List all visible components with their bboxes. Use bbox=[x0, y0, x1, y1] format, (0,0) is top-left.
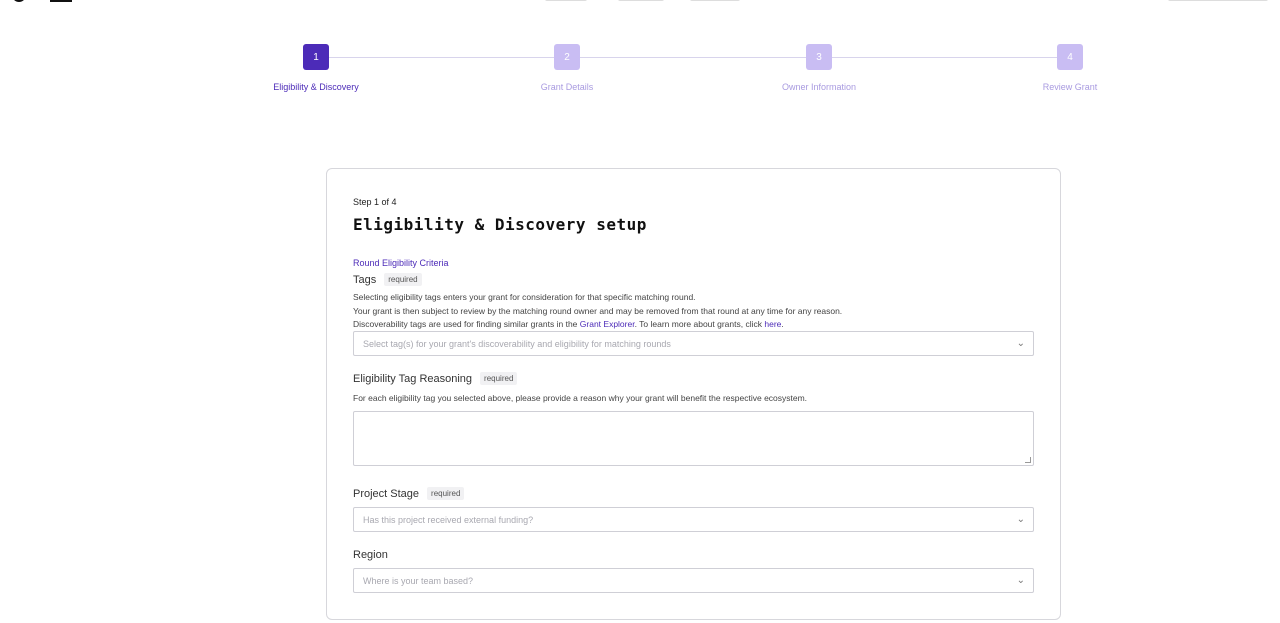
reasoning-help-text: For each eligibility tag you selected ab… bbox=[353, 393, 808, 403]
nav-link[interactable] bbox=[545, 0, 587, 1]
step-label: Eligibility & Discovery bbox=[273, 82, 359, 92]
project-stage-label: Project Stage required bbox=[353, 487, 465, 500]
step-indicator: Step 1 of 4 bbox=[353, 197, 397, 207]
step-number: 2 bbox=[554, 44, 580, 70]
help-text: . To learn more about grants, click bbox=[634, 319, 765, 329]
help-text: Discoverability tags are used for findin… bbox=[353, 319, 580, 329]
tags-help-text: Selecting eligibility tags enters your g… bbox=[353, 291, 1033, 332]
wallet-button[interactable] bbox=[1168, 0, 1268, 1]
step-label: Owner Information bbox=[781, 82, 857, 92]
stepper-line bbox=[316, 57, 1070, 58]
step-2[interactable]: 2 Grant Details bbox=[497, 44, 637, 92]
tags-placeholder: Select tag(s) for your grant's discovera… bbox=[363, 338, 671, 349]
required-badge: required bbox=[480, 372, 518, 385]
step-label: Grant Details bbox=[540, 82, 594, 92]
progress-stepper: 1 Eligibility & Discovery 2 Grant Detail… bbox=[0, 44, 1280, 104]
step-label: Review Grant bbox=[1042, 82, 1098, 92]
form-card: Step 1 of 4 Eligibility & Discovery setu… bbox=[326, 168, 1061, 620]
chevron-down-icon: ⌄ bbox=[1016, 514, 1025, 525]
step-4[interactable]: 4 Review Grant bbox=[1000, 44, 1140, 92]
top-navigation-bar bbox=[0, 0, 1280, 6]
round-eligibility-criteria-heading: Round Eligibility Criteria bbox=[353, 258, 449, 268]
region-label: Region bbox=[353, 549, 388, 561]
grant-explorer-link[interactable]: Grant Explorer bbox=[580, 319, 635, 329]
resize-handle-icon[interactable] bbox=[1025, 457, 1031, 463]
chevron-down-icon: ⌄ bbox=[1016, 575, 1025, 586]
project-stage-placeholder: Has this project received external fundi… bbox=[363, 514, 534, 525]
step-1[interactable]: 1 Eligibility & Discovery bbox=[246, 44, 386, 92]
region-placeholder: Where is your team based? bbox=[363, 575, 474, 586]
tags-help-line: Your grant is then subject to review by … bbox=[353, 305, 843, 316]
required-badge: required bbox=[384, 273, 422, 286]
page-title: Eligibility & Discovery setup bbox=[353, 215, 647, 234]
region-label-text: Region bbox=[353, 549, 388, 561]
logo-icon[interactable] bbox=[12, 0, 26, 2]
nav-link[interactable] bbox=[618, 0, 664, 1]
project-stage-label-text: Project Stage bbox=[353, 487, 420, 500]
help-text: . bbox=[781, 319, 784, 329]
chevron-down-icon: ⌄ bbox=[1016, 338, 1025, 349]
logo-wordmark[interactable] bbox=[50, 0, 72, 2]
required-badge: required bbox=[427, 487, 465, 500]
tags-help-line: Discoverability tags are used for findin… bbox=[353, 318, 1033, 332]
reasoning-label: Eligibility Tag Reasoning required bbox=[353, 372, 518, 385]
learn-more-link[interactable]: here bbox=[764, 319, 781, 329]
project-stage-select[interactable]: Has this project received external fundi… bbox=[353, 507, 1034, 532]
step-number: 3 bbox=[806, 44, 832, 70]
step-number: 4 bbox=[1057, 44, 1083, 70]
step-3[interactable]: 3 Owner Information bbox=[749, 44, 889, 92]
step-number: 1 bbox=[303, 44, 329, 70]
tags-select[interactable]: Select tag(s) for your grant's discovera… bbox=[353, 331, 1034, 356]
region-select[interactable]: Where is your team based? ⌄ bbox=[353, 568, 1034, 593]
tags-label: Tags required bbox=[353, 273, 422, 286]
reasoning-textarea[interactable] bbox=[353, 411, 1034, 466]
reasoning-label-text: Eligibility Tag Reasoning bbox=[353, 372, 473, 385]
tags-help-line: Selecting eligibility tags enters your g… bbox=[353, 292, 696, 302]
nav-link[interactable] bbox=[690, 0, 740, 1]
tags-label-text: Tags bbox=[353, 273, 377, 286]
